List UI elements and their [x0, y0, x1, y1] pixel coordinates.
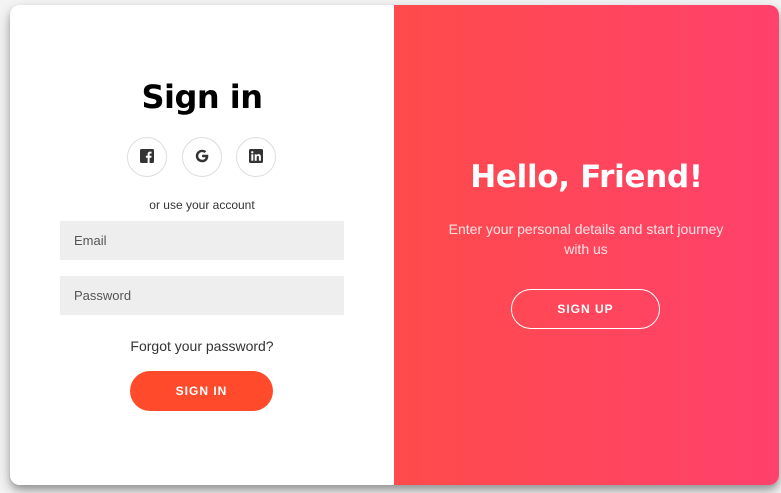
- forgot-password-link[interactable]: Forgot your password?: [10, 338, 394, 354]
- alt-login-text: or use your account: [149, 198, 255, 212]
- google-icon: [195, 148, 209, 167]
- sign-in-title: Sign in: [141, 78, 263, 116]
- password-field[interactable]: [60, 276, 344, 315]
- overlay-subtitle: Enter your personal details and start jo…: [448, 221, 724, 257]
- google-button[interactable]: [182, 137, 222, 177]
- sign-up-button[interactable]: SIGN UP: [511, 289, 660, 329]
- email-field[interactable]: [60, 221, 344, 260]
- facebook-button[interactable]: [127, 137, 167, 177]
- overlay-title: Hello, Friend!: [470, 159, 703, 195]
- overlay-panel: Hello, Friend! Enter your personal detai…: [394, 5, 779, 485]
- sign-in-button[interactable]: SIGN IN: [130, 371, 273, 411]
- sign-in-panel: Sign in or use your account Forgot your …: [10, 5, 394, 485]
- facebook-icon: [140, 148, 154, 167]
- linkedin-button[interactable]: [236, 137, 276, 177]
- linkedin-icon: [249, 148, 263, 167]
- auth-card: Sign in or use your account Forgot your …: [10, 5, 779, 485]
